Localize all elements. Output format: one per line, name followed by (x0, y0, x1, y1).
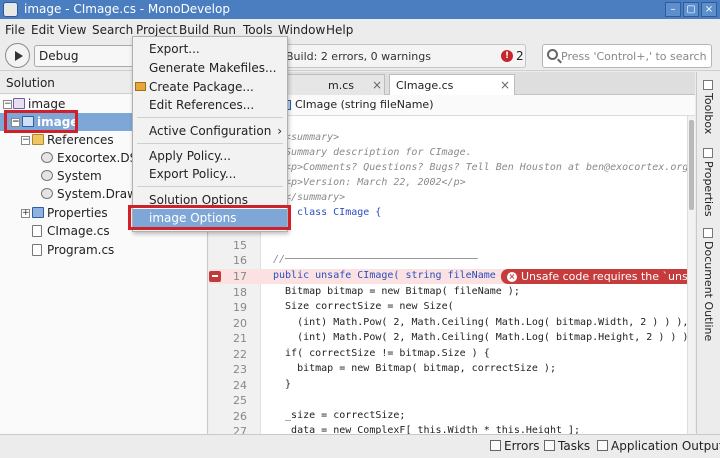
code-line: 23 bitmap = new Bitmap( bitmap, correctS… (233, 363, 556, 376)
menu-project[interactable]: Project (136, 23, 177, 37)
code-line: 16//──────────────────────────────── (233, 254, 478, 267)
folder-icon (32, 207, 44, 218)
tab-properties[interactable]: Properties (702, 148, 715, 217)
code-line: 27 _data = new ComplexF[ this.Width * th… (233, 425, 581, 434)
collapse-icon[interactable]: − (21, 136, 30, 145)
search-placeholder: Press 'Control+,' to search (561, 50, 707, 63)
code-line: 20 (int) Math.Pow( 2, Math.Ceiling( Math… (233, 317, 687, 330)
error-marker-icon[interactable] (209, 271, 221, 282)
menu-separator (137, 117, 283, 118)
assembly-icon (41, 152, 53, 163)
maximize-button[interactable]: ▢ (683, 2, 699, 17)
error-icon: × (507, 272, 517, 282)
submenu-arrow-icon: › (277, 124, 282, 138)
menu-window[interactable]: Window (278, 23, 325, 37)
output-icon (597, 440, 608, 451)
menu-edit[interactable]: Edit (31, 23, 54, 37)
error-icon: ! (501, 50, 513, 62)
title-bar: image - CImage.cs - MonoDevelop – ▢ × (0, 0, 720, 19)
code-line: 19 Size correctSize = new Size( (233, 301, 454, 314)
highlight-project-node (4, 110, 78, 133)
menu-build[interactable]: Build (179, 23, 209, 37)
menu-help[interactable]: Help (326, 23, 353, 37)
code-line: 18 Bitmap bitmap = new Bitmap( fileName … (233, 286, 520, 299)
app-icon (3, 2, 18, 17)
solution-title: Solution (6, 76, 55, 90)
code-line: 24 } (233, 379, 292, 392)
collapse-icon[interactable]: − (3, 100, 12, 109)
highlight-image-options (128, 205, 291, 230)
scrollbar-thumb[interactable] (689, 120, 694, 210)
tab-toolbox[interactable]: Toolbox (702, 80, 715, 134)
menu-view[interactable]: View (58, 23, 86, 37)
toolbox-icon (703, 80, 713, 90)
configuration-value: Debug (39, 49, 79, 63)
close-tab-icon[interactable]: × (500, 78, 510, 92)
search-icon (547, 49, 558, 60)
window-title: image - CImage.cs - MonoDevelop (24, 2, 230, 16)
build-status: Build: 2 errors, 0 warnings (286, 50, 431, 63)
file-icon (32, 244, 42, 256)
errors-button[interactable]: Errors (490, 439, 540, 453)
configuration-select[interactable]: Debug (34, 45, 134, 67)
minimize-button[interactable]: – (665, 2, 681, 17)
search-input[interactable]: Press 'Control+,' to search (542, 44, 712, 68)
project-menu: Export... Generate Makefiles... Create P… (132, 36, 288, 232)
tab-cimage-cs[interactable]: CImage.cs × (389, 74, 515, 95)
run-button[interactable] (5, 43, 30, 68)
menu-item-generate-makefiles[interactable]: Generate Makefiles... (133, 59, 287, 77)
properties-icon (703, 148, 713, 158)
menu-item-active-configuration[interactable]: Active Configuration › (133, 122, 287, 140)
menu-item-export[interactable]: Export... (133, 40, 287, 58)
tree-item-file[interactable]: Program.cs (0, 241, 208, 259)
package-icon (135, 82, 146, 91)
menu-separator (137, 143, 283, 144)
code-line: 25 (233, 394, 247, 407)
status-box: Build: 2 errors, 0 warnings ! 2 (276, 44, 526, 68)
assembly-icon (41, 188, 53, 199)
close-button[interactable]: × (701, 2, 717, 17)
menu-tools[interactable]: Tools (243, 23, 273, 37)
code-line: 26 _size = correctSize; (233, 410, 406, 423)
menu-search[interactable]: Search (92, 23, 133, 37)
solution-icon (13, 98, 25, 109)
assembly-icon (41, 170, 53, 181)
menu-bar: File Edit View Search Project Build Run … (0, 19, 720, 41)
code-line-error: 17 public unsafe CImage( string fileName … (209, 269, 687, 284)
errors-icon (490, 440, 501, 451)
play-icon (15, 51, 23, 61)
tab-document-outline[interactable]: Document Outline (702, 228, 715, 341)
menu-item-edit-references[interactable]: Edit References... (133, 96, 287, 114)
folder-icon (32, 134, 44, 145)
file-icon (32, 225, 42, 237)
application-output-button[interactable]: Application Output (597, 439, 720, 453)
member-path[interactable]: CImage (string fileName) (295, 98, 434, 111)
code-line: 15 (233, 239, 247, 252)
tasks-button[interactable]: Tasks (544, 439, 590, 453)
code-line: 22 if( correctSize != bitmap.Size ) { (233, 348, 490, 361)
menu-item-export-policy[interactable]: Export Policy... (133, 165, 287, 183)
menu-separator (137, 186, 283, 187)
toolbar: Debug Build: 2 errors, 0 warnings ! 2 Pr… (0, 41, 720, 71)
menu-item-create-package[interactable]: Create Package... (133, 78, 287, 96)
outline-icon (703, 228, 713, 238)
expand-icon[interactable]: + (21, 209, 30, 218)
menu-run[interactable]: Run (213, 23, 236, 37)
menu-file[interactable]: File (5, 23, 25, 37)
tasks-icon (544, 440, 555, 451)
right-dock: Toolbox Properties Document Outline (696, 72, 720, 434)
vertical-scrollbar[interactable] (687, 116, 695, 434)
error-count[interactable]: 2 (516, 49, 524, 63)
close-tab-icon[interactable]: × (372, 78, 382, 92)
error-bubble[interactable]: ×Unsafe code requires the `unsafe' ... (501, 269, 687, 284)
bottom-bar: Errors Tasks Application Output (0, 434, 720, 458)
code-line: 21 (int) Math.Pow( 2, Math.Ceiling( Math… (233, 332, 687, 345)
menu-item-apply-policy[interactable]: Apply Policy... (133, 147, 287, 165)
